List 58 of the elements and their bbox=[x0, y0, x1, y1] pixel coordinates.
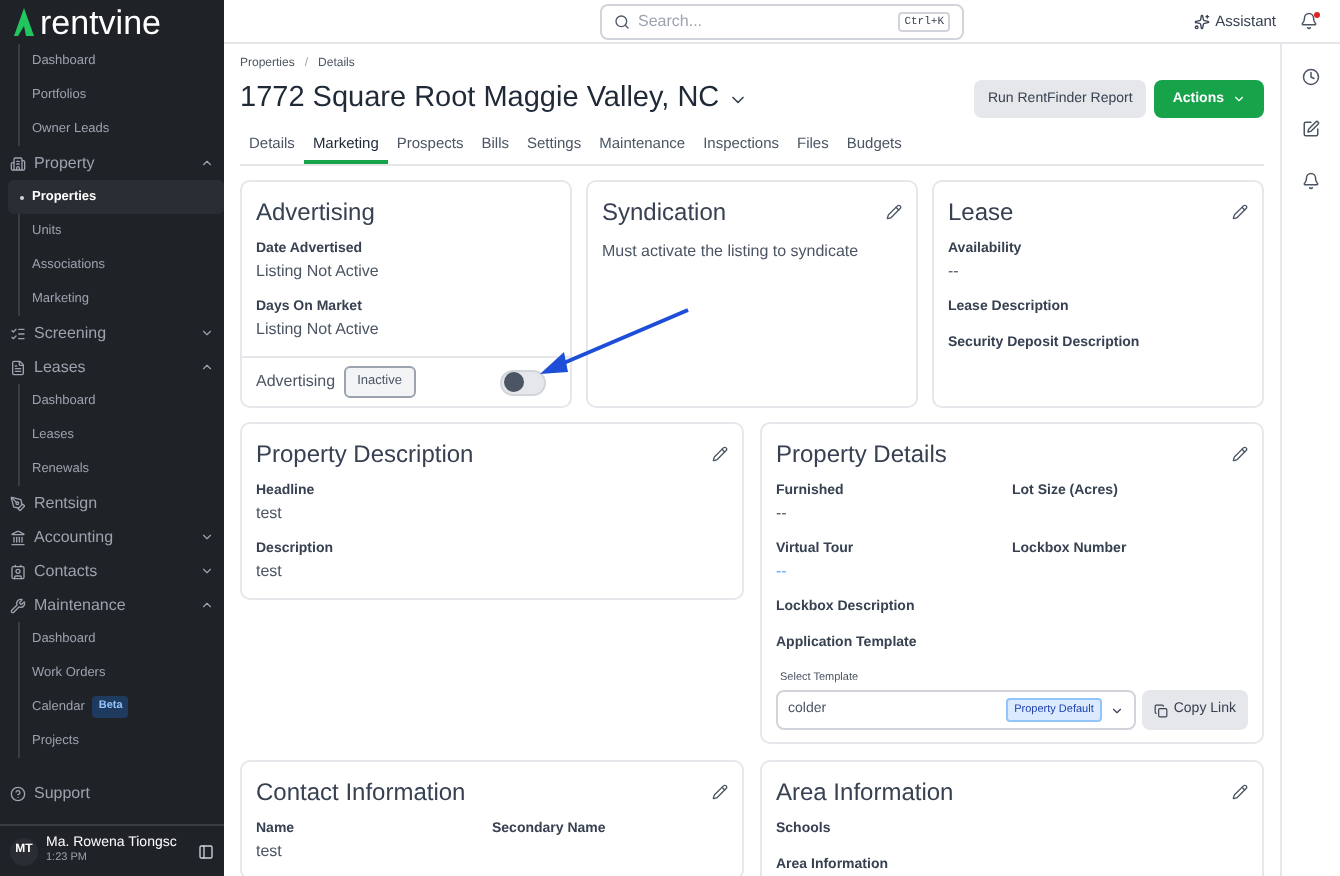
field-value: test bbox=[256, 502, 284, 524]
copy-icon bbox=[1153, 703, 1168, 718]
sidebar-item[interactable]: Maintenance bbox=[0, 588, 224, 622]
card-title: Property Details bbox=[776, 438, 947, 472]
edit-icon[interactable] bbox=[886, 204, 902, 220]
page-title: 1772 Square Root Maggie Valley, NC bbox=[240, 80, 720, 118]
help-icon bbox=[10, 786, 26, 802]
advertising-label: Advertising bbox=[256, 370, 336, 394]
chevron-icon bbox=[200, 326, 214, 340]
edit-icon[interactable] bbox=[1232, 784, 1248, 801]
field-value: Listing Not Active bbox=[256, 318, 381, 340]
section-icon bbox=[10, 563, 26, 579]
section-icon bbox=[10, 597, 26, 613]
edit-icon[interactable] bbox=[1232, 204, 1248, 220]
chevron-icon bbox=[200, 598, 214, 612]
chevron-icon bbox=[1109, 703, 1124, 718]
chevron-icon bbox=[200, 360, 214, 374]
sidebar-item[interactable]: Rentsign bbox=[0, 486, 224, 520]
edit-icon[interactable] bbox=[712, 784, 728, 801]
sidebar-item[interactable]: Contacts bbox=[0, 554, 224, 588]
section-icon bbox=[10, 359, 26, 375]
sparkle-icon bbox=[1193, 13, 1210, 29]
sidebar-item[interactable]: Leases bbox=[0, 350, 224, 384]
card-title: Advertising bbox=[256, 196, 375, 230]
logo: rentvine bbox=[40, 5, 161, 39]
chevron-icon bbox=[200, 156, 214, 170]
chevron-icon bbox=[1232, 92, 1246, 107]
edit-note-icon[interactable] bbox=[1302, 120, 1320, 138]
chevron-icon bbox=[200, 564, 214, 578]
section-icon bbox=[10, 529, 26, 545]
bell-icon[interactable] bbox=[1302, 172, 1320, 190]
field-value: -- bbox=[948, 260, 961, 282]
field-value: test bbox=[256, 840, 284, 863]
card-title: Property Description bbox=[256, 438, 474, 472]
edit-icon[interactable] bbox=[1232, 446, 1248, 462]
field-value: -- bbox=[776, 502, 789, 524]
chevron-icon bbox=[200, 530, 214, 544]
field-value: Listing Not Active bbox=[256, 260, 381, 282]
collapse-sidebar-icon[interactable] bbox=[198, 843, 214, 859]
card-title: Contact Information bbox=[256, 776, 466, 811]
sidebar-item[interactable]: Accounting bbox=[0, 520, 224, 554]
history-icon[interactable] bbox=[1302, 68, 1320, 86]
field-value: test bbox=[256, 560, 284, 582]
section-icon bbox=[10, 495, 26, 511]
search-icon bbox=[614, 14, 630, 30]
notifications-button[interactable] bbox=[1300, 11, 1320, 31]
edit-icon[interactable] bbox=[712, 446, 728, 462]
section-icon bbox=[10, 325, 26, 341]
syndication-message: Must activate the listing to syndicate bbox=[600, 240, 861, 264]
card-title: Lease bbox=[948, 196, 1014, 230]
logo-icon bbox=[14, 8, 34, 36]
sidebar-item[interactable]: Screening bbox=[0, 316, 224, 350]
advertising-toggle[interactable] bbox=[500, 369, 546, 395]
card-title: Syndication bbox=[602, 196, 727, 230]
support-link[interactable]: Support bbox=[0, 774, 224, 814]
card-title: Area Information bbox=[776, 776, 954, 811]
sidebar-item[interactable]: Property bbox=[0, 146, 224, 180]
section-icon bbox=[10, 155, 26, 171]
